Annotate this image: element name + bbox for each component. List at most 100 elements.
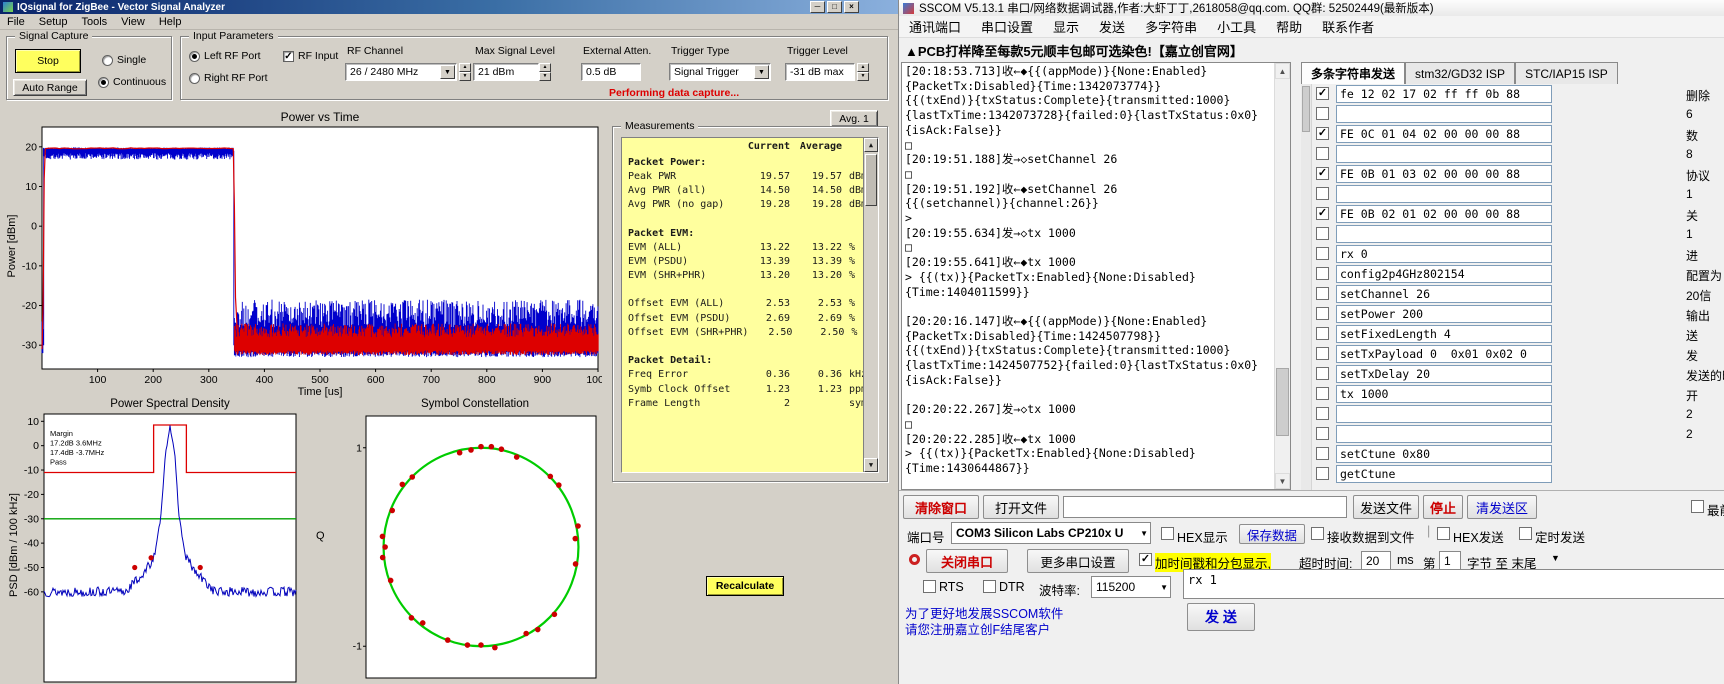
timeout-input[interactable]: 20 bbox=[1361, 551, 1391, 570]
dtr-checkbox[interactable] bbox=[983, 580, 996, 593]
more-port-settings-button[interactable]: 更多串口设置 bbox=[1027, 549, 1129, 573]
row-comment[interactable]: 协议 bbox=[1686, 167, 1724, 184]
scrollbar-thumb[interactable] bbox=[1302, 86, 1310, 132]
menu-item[interactable]: 联系作者 bbox=[1312, 15, 1384, 38]
tab-stm32-isp[interactable]: stm32/GD32 ISP bbox=[1405, 62, 1515, 84]
row-checkbox[interactable] bbox=[1316, 367, 1329, 380]
hex-display-checkbox[interactable] bbox=[1161, 527, 1174, 540]
row-checkbox[interactable] bbox=[1316, 447, 1329, 460]
row-string-input[interactable]: setTxPayload 0 0x01 0x02 0 bbox=[1336, 345, 1552, 363]
row-checkbox[interactable] bbox=[1316, 167, 1329, 180]
save-data-button[interactable]: 保存数据 bbox=[1239, 524, 1305, 544]
menu-item[interactable]: 帮助 bbox=[1266, 15, 1312, 38]
sscom-titlebar[interactable]: SSCOM V5.13.1 串口/网络数据调试器,作者:大虾丁丁,2618058… bbox=[899, 0, 1724, 16]
row-comment[interactable]: 1 bbox=[1686, 187, 1724, 201]
chevron-down-icon[interactable]: ▼ bbox=[1160, 583, 1168, 592]
clear-send-area-button[interactable]: 清发送区 bbox=[1467, 495, 1537, 519]
hex-send-checkbox[interactable] bbox=[1437, 527, 1450, 540]
row-comment[interactable]: 发送的时 bbox=[1686, 367, 1724, 384]
row-checkbox[interactable] bbox=[1316, 227, 1329, 240]
row-string-input[interactable]: config2p4GHz802154 bbox=[1336, 265, 1552, 283]
measurements-scrollbar[interactable]: ▲ ▼ bbox=[863, 138, 878, 472]
menu-item[interactable]: File bbox=[0, 15, 32, 29]
promo-line-2[interactable]: 请您注册嘉立创F结尾客户 bbox=[905, 619, 1050, 638]
recv-to-file-checkbox[interactable] bbox=[1311, 527, 1324, 540]
row-string-input[interactable]: FE 0B 02 01 02 00 00 00 88 bbox=[1336, 205, 1552, 223]
close-port-button[interactable]: 关闭串口 bbox=[926, 549, 1008, 573]
scrollbar-thumb[interactable] bbox=[865, 154, 877, 206]
tab-multisend[interactable]: 多条字符串发送 bbox=[1301, 62, 1405, 84]
row-comment[interactable]: 数 bbox=[1686, 127, 1724, 144]
file-path-input[interactable] bbox=[1063, 496, 1347, 518]
row-string-input[interactable]: getCtune bbox=[1336, 465, 1552, 483]
chevron-down-icon[interactable]: ▼ bbox=[440, 65, 455, 79]
tab-stc-isp[interactable]: STC/IAP15 ISP bbox=[1515, 62, 1618, 84]
rf-channel-select[interactable]: 26 / 2480 MHz ▼ bbox=[345, 63, 457, 81]
max-signal-level-field[interactable]: 21 dBm bbox=[473, 63, 539, 81]
stop-button[interactable]: Stop bbox=[15, 49, 81, 73]
row-string-input[interactable]: fe 12 02 17 02 ff ff 0b 88 bbox=[1336, 85, 1552, 103]
row-checkbox[interactable] bbox=[1316, 467, 1329, 480]
trigger-level-field[interactable]: -31 dB max bbox=[785, 63, 855, 81]
scroll-down-icon[interactable]: ▼ bbox=[864, 458, 878, 472]
row-checkbox[interactable] bbox=[1316, 247, 1329, 260]
send-file-button[interactable]: 发送文件 bbox=[1353, 495, 1419, 519]
row-comment[interactable]: 关 bbox=[1686, 207, 1724, 224]
single-radio[interactable] bbox=[102, 55, 113, 66]
open-file-button[interactable]: 打开文件 bbox=[983, 495, 1059, 519]
row-checkbox[interactable] bbox=[1316, 407, 1329, 420]
row-checkbox[interactable] bbox=[1316, 267, 1329, 280]
scroll-up-icon[interactable]: ▲ bbox=[1275, 63, 1290, 79]
menu-item[interactable]: 多字符串 bbox=[1135, 15, 1207, 38]
rts-checkbox[interactable] bbox=[923, 580, 936, 593]
row-string-input[interactable] bbox=[1336, 105, 1552, 123]
auto-range-button[interactable]: Auto Range bbox=[13, 79, 87, 96]
row-comment[interactable]: 6 bbox=[1686, 107, 1724, 121]
rf-channel-spinner[interactable]: ▲▼ bbox=[459, 63, 471, 81]
row-checkbox[interactable] bbox=[1316, 147, 1329, 160]
row-checkbox[interactable] bbox=[1316, 127, 1329, 140]
recalculate-button[interactable]: Recalculate bbox=[706, 576, 784, 596]
timed-send-checkbox[interactable] bbox=[1519, 527, 1532, 540]
menu-item[interactable]: Help bbox=[152, 15, 189, 29]
row-string-input[interactable] bbox=[1336, 425, 1552, 443]
row-checkbox[interactable] bbox=[1316, 87, 1329, 100]
row-checkbox[interactable] bbox=[1316, 307, 1329, 320]
vsa-titlebar[interactable]: IQsignal for ZigBee - Vector Signal Anal… bbox=[0, 0, 898, 14]
trigger-type-select[interactable]: Signal Trigger ▼ bbox=[669, 63, 771, 81]
right-rf-port-radio[interactable] bbox=[189, 73, 200, 84]
chevron-down-icon[interactable]: ▼ bbox=[754, 65, 769, 79]
row-comment[interactable]: 2 bbox=[1686, 407, 1724, 421]
menu-item[interactable]: Setup bbox=[32, 15, 75, 29]
timestamp-checkbox[interactable]: ✓ bbox=[1139, 553, 1152, 566]
terminal-log[interactable]: [20:18:53.713]收←◆{{(appMode)}{None:Enabl… bbox=[901, 62, 1291, 490]
row-checkbox[interactable] bbox=[1316, 207, 1329, 220]
scroll-up-icon[interactable]: ▲ bbox=[864, 138, 878, 152]
row-comment[interactable]: 8 bbox=[1686, 147, 1724, 161]
row-string-input[interactable]: tx 1000 bbox=[1336, 385, 1552, 403]
menu-item[interactable]: Tools bbox=[74, 15, 114, 29]
row-checkbox[interactable] bbox=[1316, 327, 1329, 340]
byte-index-input[interactable]: 1 bbox=[1439, 551, 1461, 570]
row-checkbox[interactable] bbox=[1316, 347, 1329, 360]
menu-item[interactable]: 显示 bbox=[1043, 15, 1089, 38]
send-text-input[interactable]: rx 1 bbox=[1183, 569, 1724, 599]
maximize-icon[interactable]: □ bbox=[827, 1, 842, 13]
send-button[interactable]: 发 送 bbox=[1187, 603, 1255, 631]
row-string-input[interactable]: FE 0C 01 04 02 00 00 00 88 bbox=[1336, 125, 1552, 143]
row-string-input[interactable]: setTxDelay 20 bbox=[1336, 365, 1552, 383]
stop-send-button[interactable]: 停止 bbox=[1423, 495, 1463, 519]
row-checkbox[interactable] bbox=[1316, 287, 1329, 300]
continuous-radio[interactable] bbox=[98, 77, 109, 88]
row-string-input[interactable] bbox=[1336, 145, 1552, 163]
row-string-input[interactable]: setChannel 26 bbox=[1336, 285, 1552, 303]
row-string-input[interactable] bbox=[1336, 185, 1552, 203]
row-comment[interactable]: 发 bbox=[1686, 347, 1724, 364]
row-string-input[interactable]: setPower 200 bbox=[1336, 305, 1552, 323]
menu-item[interactable]: 通讯端口 bbox=[899, 15, 971, 38]
row-comment[interactable]: 20信 bbox=[1686, 287, 1724, 304]
multisend-scrollbar[interactable] bbox=[1301, 84, 1312, 490]
port-select[interactable]: COM3 Silicon Labs CP210x U ▼ bbox=[951, 522, 1151, 544]
menu-item[interactable]: 小工具 bbox=[1207, 15, 1266, 38]
avg-button[interactable]: Avg. 1 bbox=[830, 110, 878, 127]
